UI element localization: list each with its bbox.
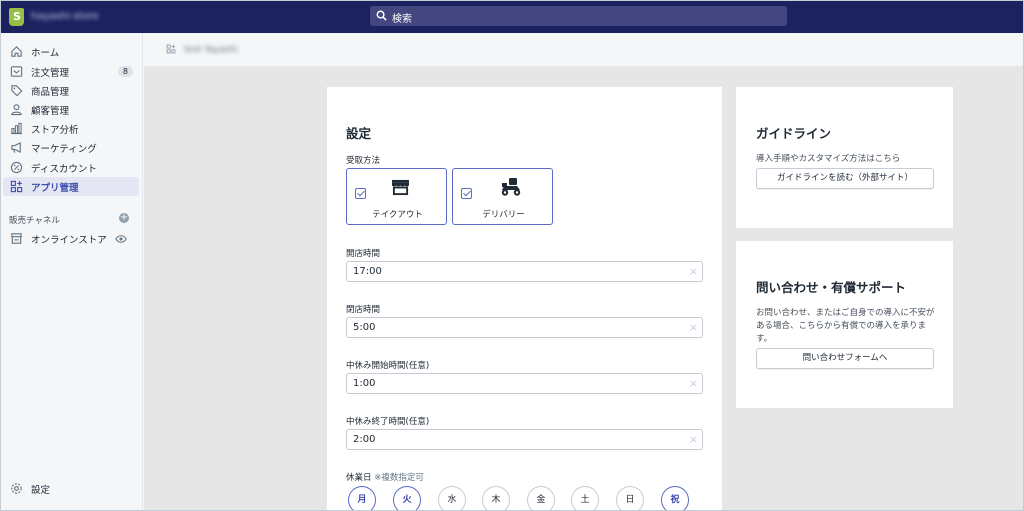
discount-icon <box>9 161 23 175</box>
break-start-input[interactable] <box>353 378 673 389</box>
apps-icon <box>9 180 23 194</box>
support-title: 問い合わせ・有償サポート <box>756 280 907 295</box>
orders-icon <box>9 65 23 79</box>
sidebar-item-home[interactable]: ホーム <box>3 42 139 61</box>
open-time-input[interactable] <box>353 266 673 277</box>
top-bar: hayashi-store 検索 <box>1 1 1023 33</box>
sidebar-item-label: ストア分析 <box>31 124 79 136</box>
settings-title: 設定 <box>346 126 372 141</box>
guideline-description: 導入手順やカスタマイズ方法はこちら <box>756 154 901 164</box>
close-time-label: 閉店時間 <box>346 305 381 315</box>
read-guideline-button[interactable]: ガイドラインを読む（外部サイト） <box>756 168 934 189</box>
delivery-label: デリバリー <box>482 210 525 220</box>
sidebar-item-discounts[interactable]: ディスカウント <box>3 158 139 177</box>
sidebar-item-label: 注文管理 <box>31 67 70 79</box>
orders-count-badge: 8 <box>117 66 133 77</box>
break-end-label: 中休み終了時間(任意) <box>346 417 430 427</box>
contact-form-button[interactable]: 問い合わせフォームへ <box>756 348 934 369</box>
pickup-option-delivery[interactable]: デリバリー <box>452 168 553 225</box>
sidebar-item-label: アプリ管理 <box>31 182 79 194</box>
break-end-input[interactable] <box>353 434 673 445</box>
sidebar-item-apps[interactable]: アプリ管理 <box>3 177 139 196</box>
breadcrumb: test Yayashi <box>144 33 1023 67</box>
sidebar-item-online-store[interactable]: オンラインストア <box>3 229 139 248</box>
day-fri[interactable]: 金 <box>527 486 555 510</box>
open-time-label: 開店時間 <box>346 249 381 259</box>
day-sat[interactable]: 土 <box>571 486 599 510</box>
open-time-field[interactable]: × <box>346 261 703 282</box>
day-thu[interactable]: 木 <box>482 486 510 510</box>
support-description-line: お問い合わせ、またはご自身での導入に不安が <box>756 308 935 318</box>
storefront-icon <box>391 179 410 199</box>
search-placeholder: 検索 <box>392 14 412 25</box>
breadcrumb-app-name[interactable]: test Yayashi <box>184 45 238 55</box>
sidebar-item-label: ディスカウント <box>31 163 97 175</box>
eye-icon[interactable] <box>115 234 127 247</box>
day-wed[interactable]: 水 <box>438 486 466 510</box>
app-frame: hayashi-store 検索 ホーム 注文管理 8 商品管理 顧客管理 スト… <box>0 0 1024 511</box>
pickup-method-label: 受取方法 <box>346 156 381 166</box>
support-description-line: す。 <box>756 334 773 344</box>
person-icon <box>9 103 23 117</box>
holidays-label-text: 休業日 <box>346 473 372 483</box>
clear-icon[interactable]: × <box>689 265 698 278</box>
clear-icon[interactable]: × <box>689 377 698 390</box>
holidays-note: ※複数指定可 <box>374 473 424 483</box>
sidebar-item-label: ホーム <box>31 47 60 59</box>
store-icon <box>9 232 23 246</box>
tag-icon <box>9 84 23 98</box>
apps-icon[interactable] <box>166 44 176 57</box>
clear-icon[interactable]: × <box>689 321 698 334</box>
support-description-line: ある場合、こちらから有償での導入を承りま <box>756 321 927 331</box>
takeout-checkbox[interactable] <box>355 188 366 199</box>
sidebar-item-label: 商品管理 <box>31 86 70 98</box>
sidebar-item-label: 顧客管理 <box>31 105 70 117</box>
delivery-checkbox[interactable] <box>461 188 472 199</box>
support-description: お問い合わせ、またはご自身での導入に不安が ある場合、こちらから有償での導入を承… <box>756 307 946 346</box>
day-holiday[interactable]: 祝 <box>661 486 689 510</box>
add-channel-icon[interactable]: + <box>119 213 129 223</box>
store-name[interactable]: hayashi-store <box>31 11 99 22</box>
bar-chart-icon <box>9 122 23 136</box>
delivery-scooter-icon <box>500 177 522 200</box>
sidebar-item-analytics[interactable]: ストア分析 <box>3 119 139 138</box>
sidebar-item-products[interactable]: 商品管理 <box>3 81 139 100</box>
sales-channels-title: 販売チャネル <box>9 216 60 226</box>
sidebar-item-orders[interactable]: 注文管理 8 <box>3 62 139 81</box>
home-icon <box>9 45 23 59</box>
close-time-input[interactable] <box>353 322 673 333</box>
sidebar-item-label: 設定 <box>31 484 51 496</box>
megaphone-icon <box>9 141 23 155</box>
break-start-label: 中休み開始時間(任意) <box>346 361 430 371</box>
gear-icon <box>9 482 23 496</box>
break-end-field[interactable]: × <box>346 429 703 450</box>
day-tue[interactable]: 火 <box>393 486 421 510</box>
takeout-label: テイクアウト <box>372 210 423 220</box>
break-start-field[interactable]: × <box>346 373 703 394</box>
pickup-option-takeout[interactable]: テイクアウト <box>346 168 447 225</box>
sidebar: ホーム 注文管理 8 商品管理 顧客管理 ストア分析 マーケティング ディスカウ… <box>1 33 143 510</box>
shopify-bag-icon[interactable] <box>9 8 24 26</box>
sidebar-item-label: マーケティング <box>31 143 97 155</box>
search-bar[interactable]: 検索 <box>370 6 787 26</box>
sidebar-item-customers[interactable]: 顧客管理 <box>3 100 139 119</box>
day-mon[interactable]: 月 <box>348 486 376 510</box>
holidays-label: 休業日 ※複数指定可 <box>346 471 424 483</box>
search-icon <box>376 10 387 21</box>
sidebar-item-marketing[interactable]: マーケティング <box>3 138 139 157</box>
sidebar-item-label: オンラインストア <box>31 234 107 246</box>
sidebar-item-settings[interactable]: 設定 <box>3 479 139 498</box>
day-sun[interactable]: 日 <box>616 486 644 510</box>
guideline-title: ガイドライン <box>756 126 832 141</box>
clear-icon[interactable]: × <box>689 433 698 446</box>
close-time-field[interactable]: × <box>346 317 703 338</box>
